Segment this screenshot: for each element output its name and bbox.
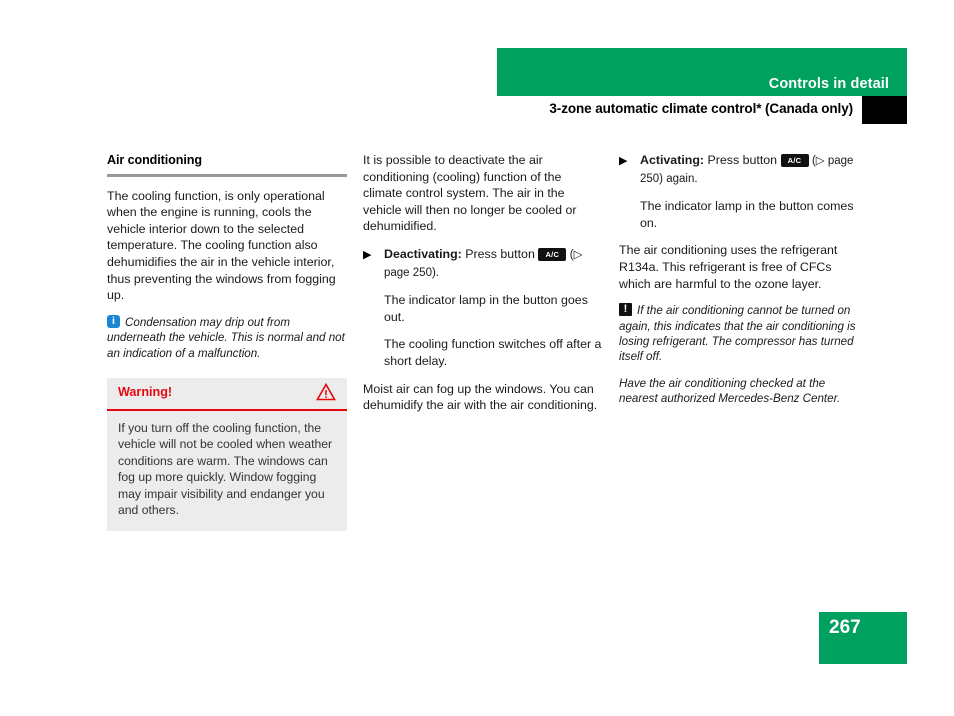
step-label-activating: Activating: bbox=[640, 153, 705, 167]
alert-note: If the air conditioning cannot be turned… bbox=[619, 302, 859, 365]
refrigerant-paragraph: The air conditioning uses the refrigeran… bbox=[619, 243, 838, 291]
section-heading-air-conditioning: Air conditioning bbox=[107, 153, 202, 167]
alert-note-text: If the air conditioning cannot be turned… bbox=[619, 304, 856, 364]
warning-title: Warning! bbox=[118, 385, 173, 399]
warning-box-header: Warning! bbox=[107, 378, 347, 411]
info-note: Condensation may drip out from underneat… bbox=[107, 314, 347, 361]
warning-box: Warning! If you turn off the cooling fun… bbox=[107, 378, 347, 532]
ac-button-icon[interactable]: A/C bbox=[780, 154, 809, 167]
step-deactivating: ▶ Deactivating: Press button A/C (▷ page … bbox=[363, 246, 603, 281]
warning-triangle-icon bbox=[316, 382, 336, 401]
step-bullet-icon: ▶ bbox=[619, 155, 628, 167]
warning-body-text: If you turn off the cooling function, th… bbox=[118, 421, 333, 518]
info-icon bbox=[107, 314, 120, 328]
step-label-deactivating: Deactivating: bbox=[384, 246, 462, 261]
header-subtitle-row: 3-zone automatic climate control* (Canad… bbox=[497, 96, 907, 124]
air-conditioning-intro-paragraph: The cooling function, is only operationa… bbox=[107, 188, 336, 303]
moist-air-paragraph: Moist air can fog up the windows. You ca… bbox=[363, 381, 598, 413]
page-subtitle: 3-zone automatic climate control* (Canad… bbox=[549, 101, 853, 116]
right-column: ▶ Activating: Press button A/C (▷ page 25… bbox=[619, 152, 859, 418]
section-heading-rule bbox=[107, 173, 347, 177]
ac-button-icon[interactable]: A/C bbox=[538, 247, 567, 261]
middle-column: It is possible to deactivate the air con… bbox=[363, 152, 603, 414]
chapter-title: Controls in detail bbox=[768, 76, 889, 92]
step-text-activating: Press button bbox=[707, 153, 778, 167]
chapter-tab-marker bbox=[862, 96, 907, 124]
header-green-banner: Controls in detail bbox=[497, 48, 907, 96]
left-column: Air conditioning The cooling function, i… bbox=[107, 152, 347, 532]
deactivating-result-1: The indicator lamp in the button goes ou… bbox=[384, 293, 588, 324]
step-bullet-icon: ▶ bbox=[363, 248, 372, 261]
alert-icon bbox=[619, 302, 632, 317]
page-number: 267 bbox=[829, 617, 861, 638]
alert-note-follow-up: Have the air conditioning checked at the… bbox=[619, 376, 841, 406]
deactivating-result-2: The cooling function switches off after … bbox=[384, 337, 602, 368]
info-note-text: Condensation may drip out from underneat… bbox=[107, 315, 345, 360]
step-text-deactivating: Press button bbox=[465, 246, 535, 261]
deactivation-intro-paragraph: It is possible to deactivate the air con… bbox=[363, 153, 577, 234]
activating-result-1: The indicator lamp in the button comes o… bbox=[640, 199, 854, 230]
step-activating: ▶ Activating: Press button A/C (▷ page 25… bbox=[619, 152, 859, 187]
page-number-block: 267 bbox=[819, 612, 907, 664]
